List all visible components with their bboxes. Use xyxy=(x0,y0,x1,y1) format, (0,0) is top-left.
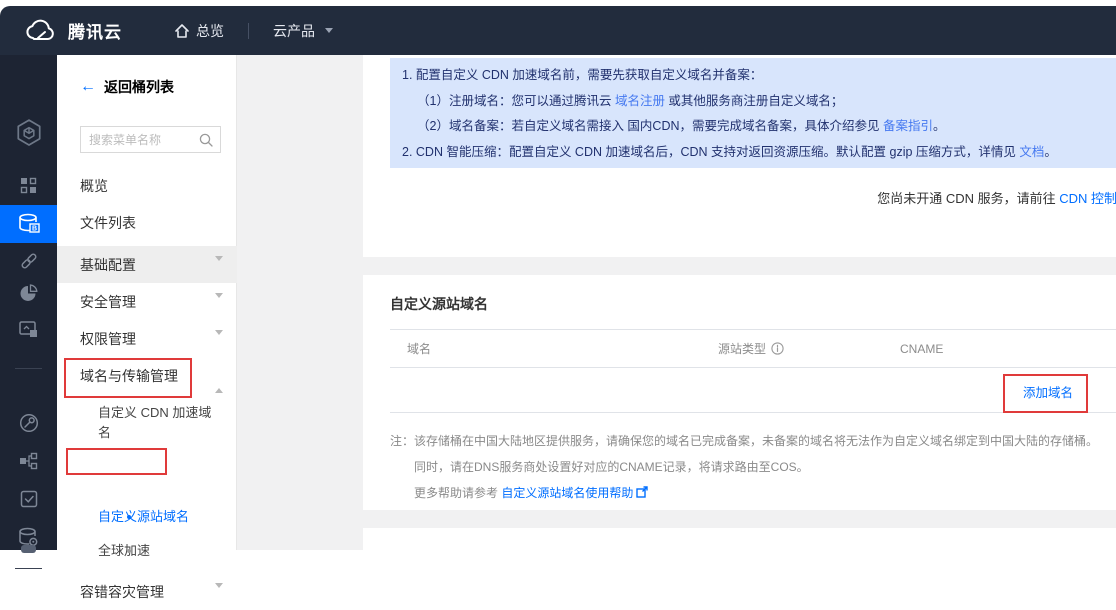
dashboard-grid-icon[interactable] xyxy=(0,167,57,203)
col-origin-type: 源站类型 xyxy=(718,340,900,357)
sidebar-item-label: 文件列表 xyxy=(80,213,136,233)
product-cube-icon[interactable] xyxy=(0,113,57,153)
note-line-3: 更多帮助请参考 自定义源站域名使用帮助 xyxy=(390,480,1098,507)
chevron-up-icon xyxy=(215,372,223,380)
bucket-sidebar: ← 返回桶列表 概览 文件列表 基础配置 安全管理 权限管理 域名与传输管理 自… xyxy=(57,55,237,550)
back-label: 返回桶列表 xyxy=(104,77,174,97)
section-title: 自定义源站域名 xyxy=(390,294,488,314)
bucket-storage-icon[interactable]: B xyxy=(0,205,57,243)
menu-search-input[interactable] xyxy=(81,133,199,147)
sidebar-item-basic-config[interactable]: 基础配置 xyxy=(57,246,237,283)
sidebar-item-label: 权限管理 xyxy=(80,329,136,349)
note-line-2: 同时，请在DNS服务商处设置好对应的CNAME记录，将请求路由至COS。 xyxy=(390,454,1098,480)
cdn-notice-banner: 1. 配置自定义 CDN 加速域名前，需要先获取自定义域名并备案： （1）注册域… xyxy=(390,58,1116,168)
notice-line-3: （2）域名备案：若自定义域名需接入 国内CDN，需要完成域名备案，具体介绍参见 … xyxy=(402,114,1116,140)
origin-domain-table: 域名 源站类型 CNAME 添加域名 xyxy=(390,329,1116,413)
sidebar-item-label: 基础配置 xyxy=(80,255,136,275)
pie-chart-icon[interactable] xyxy=(0,275,57,311)
cdn-console-link[interactable]: CDN 控制台 xyxy=(1059,191,1116,206)
col-domain: 域名 xyxy=(390,340,718,357)
sidebar-subitem-custom-cdn-domain[interactable]: 自定义 CDN 加速域名 xyxy=(57,403,237,443)
sidebar-item-label: 容错容灾管理 xyxy=(80,582,164,602)
sidebar-item-domain-transfer[interactable]: 域名与传输管理 xyxy=(57,357,237,394)
svg-text:B: B xyxy=(31,226,36,233)
icon-rail: B xyxy=(0,55,57,550)
cloud-logo-icon xyxy=(24,19,58,43)
chevron-down-icon xyxy=(325,28,333,33)
nav-products-label: 云产品 xyxy=(273,21,315,41)
origin-domain-notes: 注：该存储桶在中国大陆地区提供服务，请确保您的域名已完成备案，未备案的域名将无法… xyxy=(390,428,1098,507)
domain-register-link[interactable]: 域名注册 xyxy=(615,94,665,108)
rail-divider xyxy=(15,368,42,369)
search-icon[interactable] xyxy=(199,133,220,147)
partial-icon xyxy=(21,545,36,553)
topbar-divider xyxy=(248,23,249,39)
chevron-down-icon xyxy=(215,588,223,596)
nav-overview[interactable]: 总览 xyxy=(174,21,224,41)
origin-domain-card: 自定义源站域名 域名 源站类型 CNAME 添加域名 注：该存储桶在中国大陆地区… xyxy=(363,275,1116,510)
origin-domain-help-link[interactable]: 自定义源站域名使用帮助 xyxy=(501,486,633,500)
menu-search xyxy=(80,126,221,153)
icp-guide-link[interactable]: 备案指引 xyxy=(883,119,933,133)
chevron-down-icon xyxy=(215,335,223,343)
top-navbar: 腾讯云 总览 云产品 xyxy=(0,6,1116,55)
bullet-icon xyxy=(127,515,131,519)
media-review-icon[interactable] xyxy=(0,311,57,347)
sidebar-subitem-label: 自定义源站域名 xyxy=(98,507,218,527)
sidebar-item-fault-tolerance[interactable]: 容错容灾管理 xyxy=(57,573,237,610)
sidebar-item-label: 概览 xyxy=(80,176,108,196)
sidebar-item-overview[interactable]: 概览 xyxy=(57,167,237,204)
cdn-domain-card: 1. 配置自定义 CDN 加速域名前，需要先获取自定义域名并备案： （1）注册域… xyxy=(363,55,1116,257)
sidebar-subitem-global-acceleration[interactable]: 全球加速 xyxy=(57,541,237,561)
nav-overview-label: 总览 xyxy=(196,21,224,41)
sidebar-item-file-list[interactable]: 文件列表 xyxy=(57,204,237,241)
sidebar-item-permissions[interactable]: 权限管理 xyxy=(57,320,237,357)
notice-line-1: 1. 配置自定义 CDN 加速域名前，需要先获取自定义域名并备案： xyxy=(402,63,1116,89)
table-body-row: 添加域名 xyxy=(390,368,1116,413)
nav-products[interactable]: 云产品 xyxy=(273,21,333,41)
bullet-icon xyxy=(127,411,131,415)
back-to-bucket-list[interactable]: ← 返回桶列表 xyxy=(80,77,174,97)
sidebar-subitem-custom-origin-domain[interactable]: 自定义源站域名 xyxy=(57,507,237,527)
info-icon[interactable] xyxy=(771,342,784,355)
sidebar-subitem-label: 全球加速 xyxy=(98,541,218,561)
note-line-1: 注：该存储桶在中国大陆地区提供服务，请确保您的域名已完成备案，未备案的域名将无法… xyxy=(390,428,1098,454)
sidebar-item-security[interactable]: 安全管理 xyxy=(57,283,237,320)
sidebar-item-label: 安全管理 xyxy=(80,292,136,312)
notice-line-4: 2. CDN 智能压缩：配置自定义 CDN 加速域名后，CDN 支持对返回资源压… xyxy=(402,140,1116,166)
chevron-down-icon xyxy=(215,298,223,306)
sidebar-subitem-label: 自定义 CDN 加速域名 xyxy=(98,403,218,443)
doc-link[interactable]: 文档 xyxy=(1019,145,1044,159)
col-cname: CNAME xyxy=(900,342,943,356)
chevron-down-icon xyxy=(215,261,223,269)
back-arrow-icon: ← xyxy=(80,79,96,95)
rail-divider xyxy=(15,568,42,569)
table-header-row: 域名 源站类型 CNAME xyxy=(390,329,1116,368)
add-domain-button[interactable]: 添加域名 xyxy=(1023,382,1073,401)
home-icon xyxy=(174,23,190,38)
cdn-status-text: 您尚未开通 CDN 服务，请前往 CDN 控制台 xyxy=(877,188,1116,207)
link-icon[interactable] xyxy=(0,243,57,279)
notice-line-2: （1）注册域名：您可以通过腾讯云 域名注册 或其他服务商注册自定义域名； xyxy=(402,89,1116,115)
tencent-cloud-logo[interactable]: 腾讯云 xyxy=(0,18,122,43)
sidebar-item-label: 域名与传输管理 xyxy=(80,366,178,386)
task-check-icon[interactable] xyxy=(0,481,57,517)
compass-tools-icon[interactable] xyxy=(0,405,57,441)
topology-icon[interactable] xyxy=(0,443,57,479)
main-content: 1. 配置自定义 CDN 加速域名前，需要先获取自定义域名并备案： （1）注册域… xyxy=(237,55,1116,550)
brand-name: 腾讯云 xyxy=(68,18,122,43)
next-section-card xyxy=(363,528,1116,550)
external-link-icon[interactable] xyxy=(636,481,648,507)
